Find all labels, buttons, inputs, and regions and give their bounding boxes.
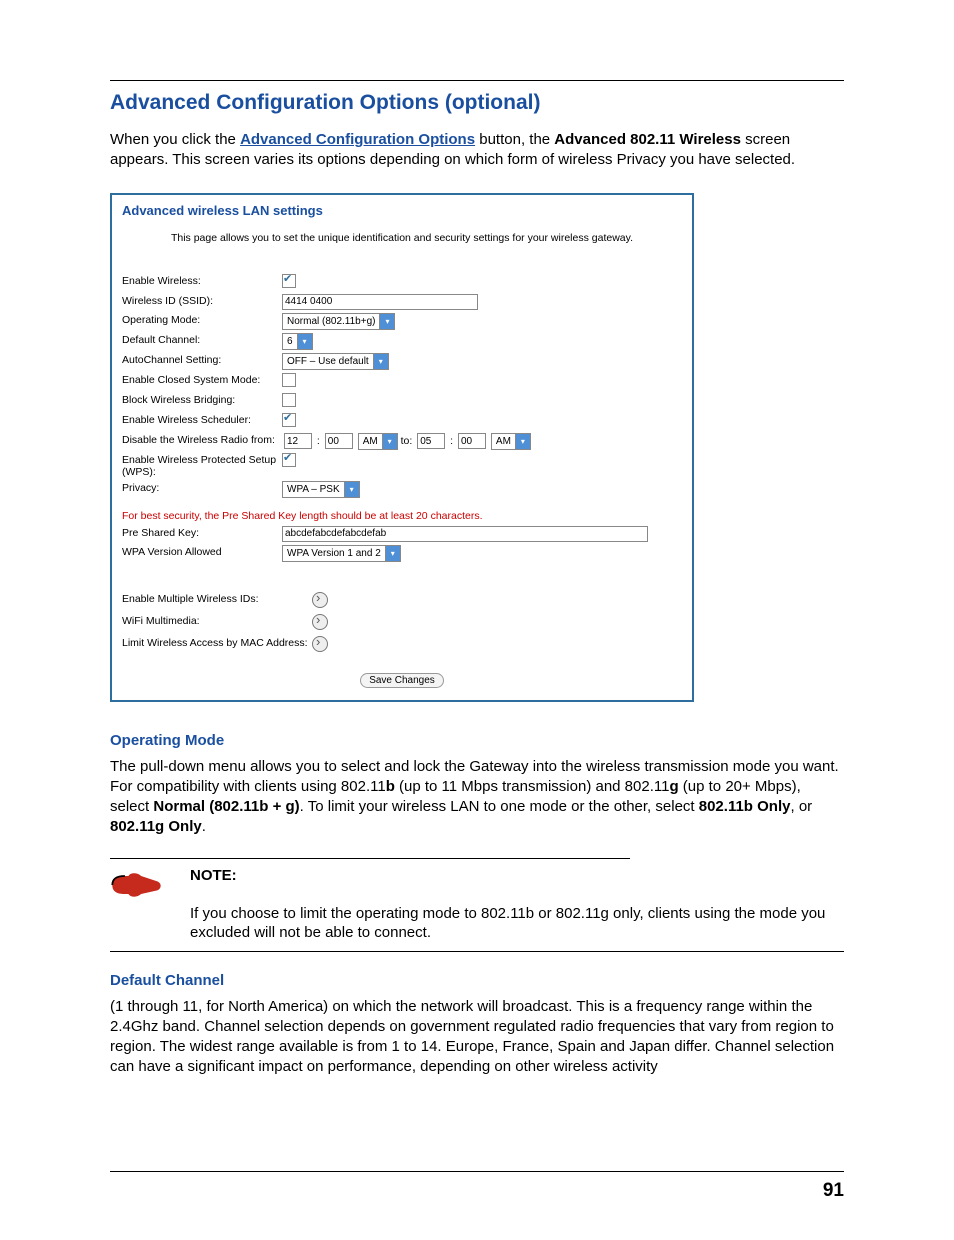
- from-hour-input[interactable]: [284, 433, 312, 449]
- privacy-value: WPA – PSK: [283, 484, 344, 495]
- to-min-input[interactable]: [458, 433, 486, 449]
- panel-title: Advanced wireless LAN settings: [122, 203, 682, 218]
- operating-mode-paragraph: The pull-down menu allows you to select …: [110, 757, 844, 838]
- label-wmm: WiFi Multimedia:: [122, 614, 312, 627]
- label-block-bridging: Block Wireless Bridging:: [122, 393, 282, 406]
- label-psk: Pre Shared Key:: [122, 526, 282, 539]
- pointing-hand-icon: [110, 867, 190, 908]
- expand-wmm-button[interactable]: [312, 614, 328, 630]
- wps-checkbox[interactable]: [282, 453, 296, 467]
- label-scheduler: Enable Wireless Scheduler:: [122, 413, 282, 426]
- default-channel-heading: Default Channel: [110, 972, 844, 989]
- label-wpa-version: WPA Version Allowed: [122, 545, 282, 558]
- intro-pre: When you click the: [110, 131, 240, 148]
- scheduler-checkbox[interactable]: [282, 413, 296, 427]
- autochannel-select[interactable]: OFF – Use default ▾: [282, 353, 389, 370]
- label-mac-limit: Limit Wireless Access by MAC Address:: [122, 636, 312, 649]
- page-number: 91: [823, 1180, 844, 1201]
- from-ampm-select[interactable]: AM ▾: [358, 433, 398, 450]
- intro-paragraph: When you click the Advanced Configuratio…: [110, 130, 844, 171]
- wpa-version-select[interactable]: WPA Version 1 and 2 ▾: [282, 545, 401, 562]
- wpa-version-value: WPA Version 1 and 2: [283, 548, 385, 559]
- chevron-down-icon: ▾: [373, 354, 388, 369]
- default-channel-select[interactable]: 6 ▾: [282, 333, 313, 350]
- chevron-down-icon: ▾: [515, 434, 530, 449]
- note-rule-top: [110, 858, 630, 859]
- chevron-down-icon: ▾: [297, 334, 312, 349]
- label-operating-mode: Operating Mode:: [122, 313, 282, 326]
- default-channel-value: 6: [283, 336, 297, 347]
- label-disable-radio: Disable the Wireless Radio from:: [122, 433, 282, 446]
- panel-description: This page allows you to set the unique i…: [122, 232, 682, 244]
- label-ssid: Wireless ID (SSID):: [122, 294, 282, 307]
- label-closed-system: Enable Closed System Mode:: [122, 373, 282, 386]
- label-privacy: Privacy:: [122, 481, 282, 494]
- chevron-down-icon: ▾: [379, 314, 394, 329]
- intro-mid: button, the: [479, 131, 554, 148]
- operating-mode-value: Normal (802.11b+g): [283, 316, 379, 327]
- page-footer: 91: [110, 1171, 844, 1202]
- note-label: NOTE:: [190, 867, 844, 884]
- default-channel-paragraph: (1 through 11, for North America) on whi…: [110, 997, 844, 1078]
- note-rule-bottom: [110, 951, 844, 952]
- enable-wireless-checkbox[interactable]: [282, 274, 296, 288]
- closed-system-checkbox[interactable]: [282, 373, 296, 387]
- autochannel-value: OFF – Use default: [283, 356, 373, 367]
- page-title: Advanced Configuration Options (optional…: [110, 91, 844, 115]
- chevron-down-icon: ▾: [385, 546, 400, 561]
- ssid-input[interactable]: [282, 294, 478, 310]
- advanced-config-link[interactable]: Advanced Configuration Options: [240, 131, 475, 148]
- label-wps: Enable Wireless Protected Setup (WPS):: [122, 453, 282, 478]
- block-bridging-checkbox[interactable]: [282, 393, 296, 407]
- top-rule: [110, 80, 844, 81]
- to-hour-input[interactable]: [417, 433, 445, 449]
- operating-mode-select[interactable]: Normal (802.11b+g) ▾: [282, 313, 395, 330]
- note-block: NOTE: If you choose to limit the operati…: [110, 858, 844, 952]
- label-default-channel: Default Channel:: [122, 333, 282, 346]
- save-changes-button[interactable]: Save Changes: [360, 673, 444, 688]
- expand-mac-limit-button[interactable]: [312, 636, 328, 652]
- to-ampm-select[interactable]: AM ▾: [491, 433, 531, 450]
- operating-mode-heading: Operating Mode: [110, 732, 844, 749]
- from-ampm-value: AM: [359, 436, 382, 447]
- to-label: to:: [401, 435, 413, 447]
- expand-multi-ssid-button[interactable]: [312, 592, 328, 608]
- psk-input[interactable]: [282, 526, 648, 542]
- intro-bold: Advanced 802.11 Wireless: [554, 131, 741, 148]
- settings-panel: Advanced wireless LAN settings This page…: [110, 193, 694, 702]
- note-text: If you choose to limit the operating mod…: [190, 904, 844, 943]
- security-warning: For best security, the Pre Shared Key le…: [122, 510, 682, 522]
- to-ampm-value: AM: [492, 436, 515, 447]
- label-enable-wireless: Enable Wireless:: [122, 274, 282, 287]
- privacy-select[interactable]: WPA – PSK ▾: [282, 481, 360, 498]
- label-autochannel: AutoChannel Setting:: [122, 353, 282, 366]
- from-min-input[interactable]: [325, 433, 353, 449]
- chevron-down-icon: ▾: [344, 482, 359, 497]
- chevron-down-icon: ▾: [382, 434, 397, 449]
- label-multi-ssid: Enable Multiple Wireless IDs:: [122, 592, 312, 605]
